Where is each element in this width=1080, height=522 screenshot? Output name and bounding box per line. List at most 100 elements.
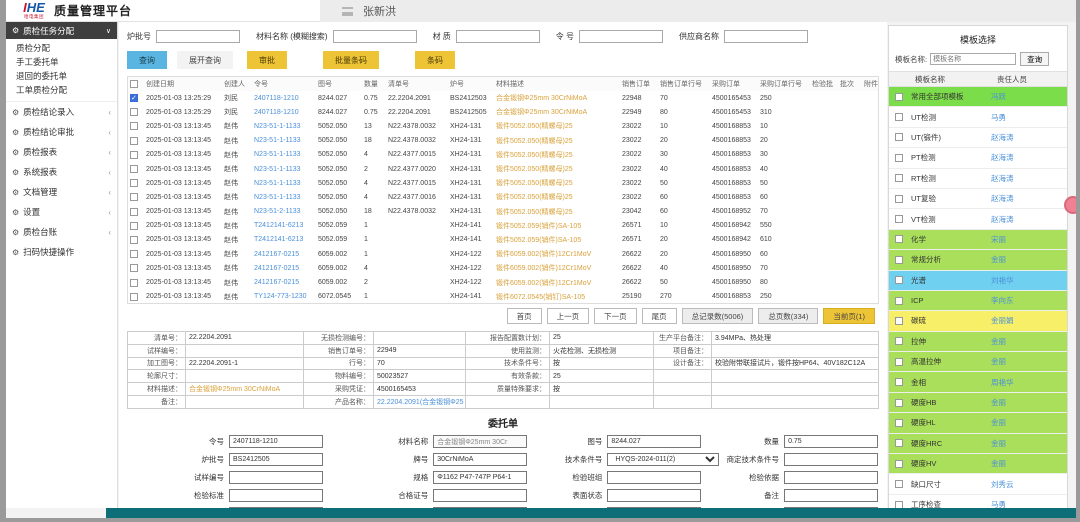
table-row[interactable]: 2025-01-03 13:13:45赵伟N23-51-1-11335052.0… <box>128 190 879 204</box>
template-checkbox[interactable] <box>895 215 903 223</box>
row-checkbox[interactable] <box>130 179 138 187</box>
template-checkbox[interactable] <box>895 480 903 488</box>
table-row[interactable]: 2025-01-03 13:13:45赵伟N23-51-1-11335052.0… <box>128 176 879 190</box>
filter-input[interactable] <box>156 30 240 43</box>
form-field-input[interactable] <box>784 471 878 484</box>
template-checkbox[interactable] <box>895 460 903 468</box>
template-checkbox[interactable] <box>895 93 903 101</box>
row-checkbox[interactable] <box>130 250 138 258</box>
sidebar-subitem[interactable]: 工单质检分配 <box>6 83 117 97</box>
table-cell[interactable]: 锻件5052.050(精螺母)25 <box>494 162 620 176</box>
template-checkbox[interactable] <box>895 256 903 264</box>
menu-icon[interactable] <box>342 7 353 16</box>
template-row[interactable]: 硬度HV金丽 <box>889 454 1067 474</box>
table-row[interactable]: 2025-01-03 13:13:45赵伟TY124-773-12306072.… <box>128 290 879 304</box>
table-row[interactable]: 2025-01-03 13:13:45赵伟N23-51-1-11335052.0… <box>128 119 879 133</box>
action-button[interactable]: 条码 <box>415 51 455 69</box>
sidebar-item[interactable]: ⚙质检结论审批‹ <box>6 122 117 142</box>
pagination-button[interactable]: 总页数(334) <box>758 308 818 324</box>
template-person-link[interactable]: 冯跃 <box>991 91 1006 102</box>
table-cell[interactable]: N23-51-1-1133 <box>252 148 316 162</box>
template-row[interactable]: 碳硫金丽娟 <box>889 311 1067 331</box>
form-field-input[interactable] <box>229 471 323 484</box>
template-row[interactable]: RT检测赵海涛 <box>889 169 1067 189</box>
template-checkbox[interactable] <box>895 113 903 121</box>
table-cell[interactable]: 合金锻钢Φ25mm 30CrNiMoA <box>494 91 620 105</box>
filter-input[interactable] <box>333 30 417 43</box>
table-cell[interactable]: 锻件5052.050(精螺母)25 <box>494 176 620 190</box>
table-cell[interactable]: 2412167-0215 <box>252 247 316 261</box>
table-row[interactable]: 2025-01-03 13:13:45赵伟N23-51-2-11335052.0… <box>128 205 879 219</box>
template-checkbox[interactable] <box>895 174 903 182</box>
table-row[interactable]: 2025-01-03 13:13:45赵伟T2412141-62135052.0… <box>128 219 879 233</box>
row-checkbox[interactable] <box>130 151 138 159</box>
template-person-link[interactable]: 金丽 <box>991 254 1006 265</box>
template-row[interactable]: 常用全部项模板冯跃 <box>889 87 1067 107</box>
template-person-link[interactable]: 金丽 <box>991 336 1006 347</box>
table-row[interactable]: 2025-01-03 13:13:45赵伟2412167-02156059.00… <box>128 247 879 261</box>
template-search-button[interactable]: 查询 <box>1020 52 1049 66</box>
row-checkbox[interactable] <box>130 193 138 201</box>
table-cell[interactable]: 锻件5052.059(销件)SA-105 <box>494 233 620 247</box>
template-checkbox[interactable] <box>895 419 903 427</box>
sidebar-item[interactable]: ⚙质检报表‹ <box>6 142 117 162</box>
table-cell[interactable]: T2412141-6213 <box>252 219 316 233</box>
template-checkbox[interactable] <box>895 195 903 203</box>
template-person-link[interactable]: 刘艳华 <box>991 275 1014 286</box>
filter-input[interactable] <box>724 30 808 43</box>
template-person-link[interactable]: 周艳华 <box>991 377 1014 388</box>
template-row[interactable]: UT复验赵海涛 <box>889 189 1067 209</box>
pagination-button[interactable]: 上一页 <box>547 308 590 324</box>
form-field-input[interactable] <box>607 435 701 448</box>
table-cell[interactable]: 合金锻钢Φ25mm 30CrNiMoA <box>494 105 620 119</box>
pagination-button[interactable]: 当前页(1) <box>823 308 875 324</box>
template-row[interactable]: UT(锻件)赵海涛 <box>889 128 1067 148</box>
table-cell[interactable]: N23-51-1-1133 <box>252 176 316 190</box>
table-cell[interactable]: 2407118-1210 <box>252 105 316 119</box>
pagination-button[interactable]: 下一页 <box>594 308 637 324</box>
template-person-link[interactable]: 李向东 <box>991 295 1014 306</box>
template-checkbox[interactable] <box>895 378 903 386</box>
form-field-input[interactable] <box>607 489 701 502</box>
floating-widget-button[interactable] <box>1064 196 1076 214</box>
table-row[interactable]: 2025-01-03 13:13:45赵伟N23-51-1-11335052.0… <box>128 162 879 176</box>
table-cell[interactable]: N23-51-1-1133 <box>252 162 316 176</box>
action-button[interactable]: 展开查询 <box>177 51 233 69</box>
template-row[interactable]: UT检测马勇 <box>889 107 1067 127</box>
table-cell[interactable]: 锻件6059.002(销件)12Cr1MoV <box>494 247 620 261</box>
template-checkbox[interactable] <box>895 297 903 305</box>
form-field-input[interactable] <box>784 435 878 448</box>
filter-input[interactable] <box>579 30 663 43</box>
form-field-input[interactable] <box>433 453 527 466</box>
action-button[interactable]: 审批 <box>247 51 287 69</box>
template-row[interactable]: ICP李向东 <box>889 291 1067 311</box>
select-all-checkbox[interactable] <box>130 80 138 88</box>
table-cell[interactable]: 锻件6072.0545(销钉)SA-105 <box>494 290 620 304</box>
table-row[interactable]: 2025-01-03 13:25:29刘民2407118-12108244.02… <box>128 105 879 119</box>
template-checkbox[interactable] <box>895 276 903 284</box>
row-checkbox[interactable] <box>130 137 138 145</box>
form-field-input[interactable] <box>784 489 878 502</box>
template-checkbox[interactable] <box>895 133 903 141</box>
form-field-input[interactable] <box>784 453 878 466</box>
table-cell[interactable]: 2412167-0215 <box>252 275 316 289</box>
detail-value[interactable]: 22.2204.2091(合金锻钢Φ25 P64_50V/Pw=40Pw)大件 <box>374 395 466 408</box>
template-person-link[interactable]: 金丽 <box>991 397 1006 408</box>
table-cell[interactable]: 锻件6059.002(销件)12Cr1MoV <box>494 261 620 275</box>
template-person-link[interactable]: 金丽 <box>991 417 1006 428</box>
row-checkbox[interactable] <box>130 264 138 272</box>
table-cell[interactable]: 锻件5052.050(精螺母)25 <box>494 119 620 133</box>
template-row[interactable]: 拉伸金丽 <box>889 332 1067 352</box>
row-checkbox[interactable] <box>130 222 138 230</box>
form-field-input[interactable] <box>433 471 527 484</box>
table-cell[interactable]: 锻件5052.050(精螺母)25 <box>494 190 620 204</box>
template-checkbox[interactable] <box>895 337 903 345</box>
template-row[interactable]: 缺口尺寸刘秀云 <box>889 474 1067 494</box>
template-row[interactable]: VT检测赵海涛 <box>889 209 1067 229</box>
template-person-link[interactable]: 金丽 <box>991 458 1006 469</box>
row-checkbox[interactable] <box>130 279 138 287</box>
table-cell[interactable]: 锻件5052.050(精螺母)25 <box>494 134 620 148</box>
template-checkbox[interactable] <box>895 317 903 325</box>
form-field-input[interactable] <box>229 435 323 448</box>
template-person-link[interactable]: 金丽娟 <box>991 315 1014 326</box>
